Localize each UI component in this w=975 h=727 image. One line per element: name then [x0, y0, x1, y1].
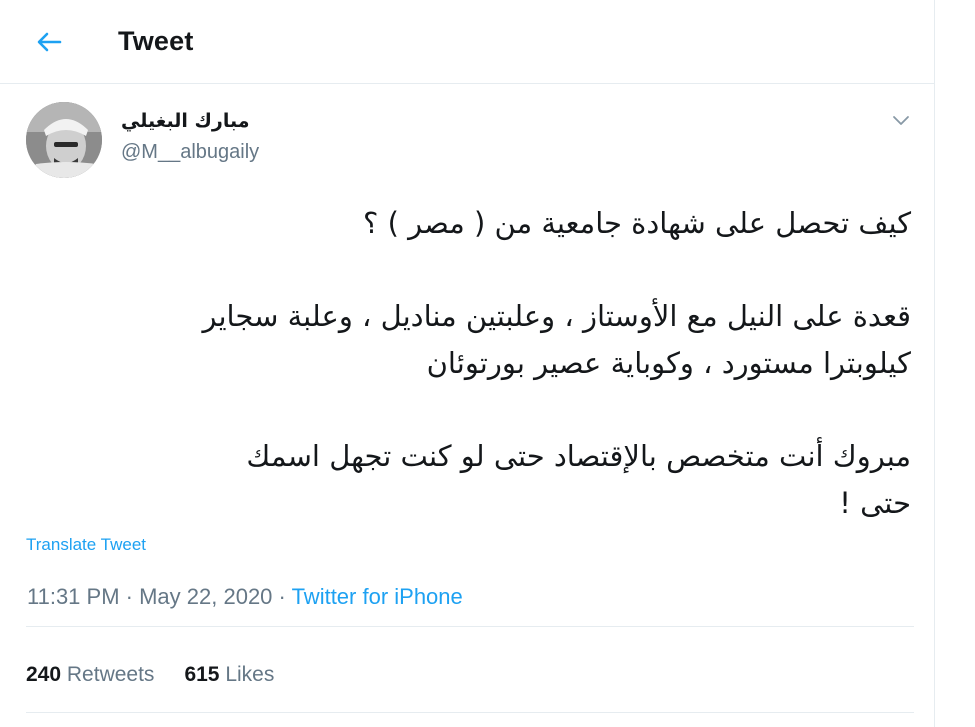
likes-stat[interactable]: 615 Likes: [184, 663, 274, 687]
arrow-left-icon: [37, 32, 62, 52]
divider: [26, 712, 914, 713]
more-options-button[interactable]: [889, 108, 913, 132]
tweet-line: مبروك أنت متخصص بالإقتصاد حتى لو كنت تجه…: [246, 439, 911, 473]
retweets-stat[interactable]: 240 Retweets: [26, 663, 154, 687]
page-header: Tweet: [0, 0, 934, 84]
author-handle[interactable]: @M__albugaily: [121, 141, 259, 164]
tweet-meta: 11:31 PM · May 22, 2020 · Twitter for iP…: [27, 584, 463, 610]
tweet-line: قعدة على النيل مع الأوستاز ، وعلبتين منا…: [202, 299, 911, 333]
translate-tweet-link[interactable]: Translate Tweet: [26, 535, 146, 555]
avatar[interactable]: [26, 102, 102, 178]
tweet-line: حتى !: [839, 486, 911, 520]
meta-separator: ·: [119, 584, 140, 609]
tweet-line: كيلوبترا مستورد ، وكوباية عصير بورتوئان: [426, 346, 911, 380]
tweet-line: كيف تحصل على شهادة جامعية من ( مصر ) ؟: [362, 206, 911, 240]
tweet-panel: Tweet مبارك البغيلي @M__albugaily كيف تح…: [0, 0, 935, 727]
retweets-label: Retweets: [66, 663, 155, 686]
page-title: Tweet: [118, 26, 194, 56]
tweet-stats: 240 Retweets 615 Likes: [26, 663, 274, 687]
tweet-source-link[interactable]: Twitter for iPhone: [292, 584, 463, 609]
tweet-time[interactable]: 11:31 PM: [27, 584, 120, 609]
author-name[interactable]: مبارك البغيلي: [121, 110, 249, 132]
profile-photo: [26, 102, 102, 178]
back-button[interactable]: [28, 24, 70, 60]
chevron-down-icon: [893, 116, 909, 125]
divider: [26, 626, 914, 627]
meta-separator: ·: [272, 584, 292, 609]
tweet-date[interactable]: May 22, 2020: [139, 584, 272, 609]
retweets-count: 240: [26, 663, 62, 686]
likes-label: Likes: [225, 663, 275, 686]
likes-count: 615: [184, 663, 220, 686]
tweet-text: كيف تحصل على شهادة جامعية من ( مصر ) ؟ ق…: [31, 200, 911, 527]
